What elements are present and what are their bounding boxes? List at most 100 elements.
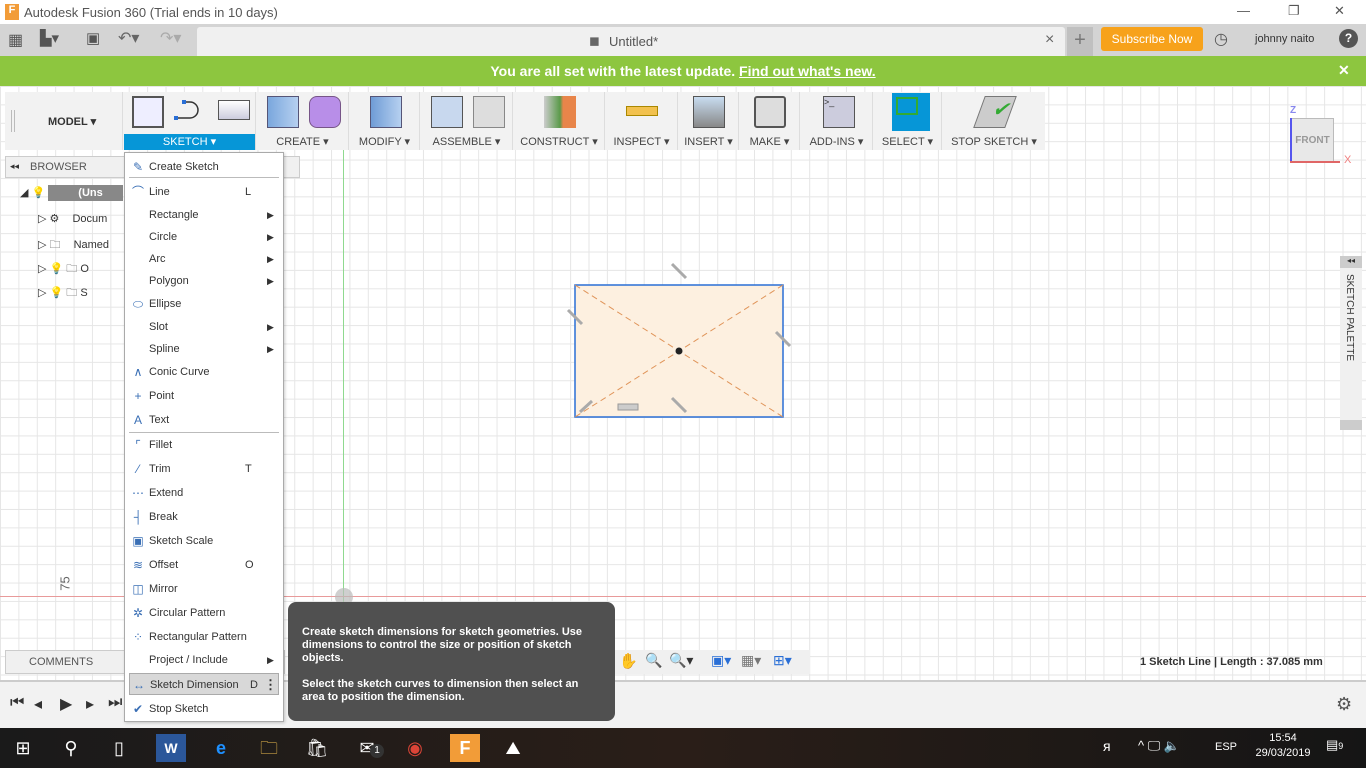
assemble-menu-button[interactable]: ASSEMBLE ▾ [421, 134, 512, 150]
start-button[interactable]: ⊞ [8, 734, 38, 762]
document-tab[interactable]: ◼ Untitled* × [197, 27, 1065, 56]
rectangle-icon[interactable] [218, 100, 250, 120]
close-tab-button[interactable]: × [1045, 31, 1054, 49]
menu-item-ellipse[interactable]: ⬭ Ellipse [125, 293, 283, 315]
mail-icon[interactable]: ✉ 1 [352, 734, 384, 762]
tree-item-origin[interactable]: ▷ 💡 🗀 O [38, 260, 89, 279]
close-banner-button[interactable]: ✕ [1338, 62, 1350, 79]
minimize-button[interactable]: — [1237, 3, 1250, 18]
new-component-icon [431, 96, 463, 128]
tree-item-named-views[interactable]: ▷ 🗀 Named [38, 236, 109, 255]
menu-item-text[interactable]: A Text [125, 409, 283, 431]
tree-item-document-settings[interactable]: ▷ ⚙ Docum [38, 212, 107, 225]
menu-item-polygon[interactable]: Polygon ▶ [125, 270, 283, 292]
construct-menu-button[interactable]: CONSTRUCT ▾ [514, 134, 604, 150]
select-menu-button[interactable]: SELECT ▾ [874, 134, 941, 150]
maximize-button[interactable]: ❐ [1288, 3, 1300, 19]
menu-item-fillet[interactable]: ⌜ Fillet [125, 434, 283, 456]
menu-item-project-include[interactable]: Project / Include ▶ [125, 649, 283, 671]
tray-icons[interactable]: ^ 🖵 🔈 [1138, 738, 1180, 754]
first-step-button[interactable]: ⏮ [10, 694, 24, 712]
fusion-360-icon[interactable]: F [450, 734, 480, 762]
language-indicator[interactable]: ESP [1215, 741, 1237, 753]
zoom-icon[interactable]: 🔍 [645, 652, 662, 669]
photos-icon[interactable]: ⛰ [498, 734, 528, 762]
grid-settings-icon[interactable]: ▦▾ [741, 652, 761, 669]
more-options-icon[interactable]: ⋮ [264, 674, 277, 696]
last-step-button[interactable]: ⏭ [108, 694, 122, 712]
user-name[interactable]: johnny naito [1255, 33, 1314, 45]
redo-icon[interactable]: ↷▾ [160, 28, 181, 48]
close-window-button[interactable]: ✕ [1334, 3, 1345, 19]
menu-item-label: Polygon [149, 275, 189, 287]
menu-item-trim[interactable]: ⁄ Trim T [125, 458, 283, 480]
menu-item-create-sketch[interactable]: ✎ Create Sketch [125, 156, 283, 178]
line-icon[interactable] [174, 96, 206, 128]
task-view-icon[interactable]: ▯ [104, 734, 134, 762]
zoom-window-icon[interactable]: 🔍▾ [669, 652, 693, 669]
people-icon[interactable]: ᴙ [1103, 738, 1111, 754]
menu-item-offset[interactable]: ≋ Offset O [125, 554, 283, 576]
stop-sketch-menu-button[interactable]: STOP SKETCH ▾ [943, 134, 1045, 150]
tooltip-instructions: Select the sketch curves to dimension th… [302, 678, 579, 703]
viewports-icon[interactable]: ⊞▾ [773, 652, 792, 669]
edge-icon[interactable]: e [206, 734, 236, 762]
undo-icon[interactable]: ↶▾ [118, 28, 139, 48]
menu-item-sketch-scale[interactable]: ▣ Sketch Scale [125, 530, 283, 552]
clock[interactable]: 15:54 29/03/2019 [1252, 732, 1314, 759]
front-face[interactable]: FRONT [1291, 118, 1334, 162]
file-explorer-icon[interactable]: 🗀 [254, 734, 284, 762]
display-settings-icon[interactable]: ▣▾ [711, 652, 731, 669]
addins-menu-button[interactable]: ADD-INS ▾ [801, 134, 872, 150]
store-icon[interactable]: 🛍 [302, 734, 332, 762]
menu-item-conic-curve[interactable]: ∧ Conic Curve [125, 361, 283, 383]
menu-item-extend[interactable]: ⋯ Extend [125, 482, 283, 504]
menu-item-break[interactable]: ┤ Break [125, 506, 283, 528]
file-menu-icon[interactable]: ▙▾ [40, 29, 59, 47]
inspect-menu-button[interactable]: INSPECT ▾ [606, 134, 677, 150]
chrome-icon[interactable]: ◉ [400, 734, 430, 762]
word-icon[interactable]: W [156, 734, 186, 762]
menu-item-slot[interactable]: Slot ▶ [125, 316, 283, 338]
tree-item-sketches[interactable]: ▷ 💡 🗀 S [38, 284, 88, 303]
next-step-button[interactable]: ▸ [86, 694, 94, 714]
menu-item-rectangular-pattern[interactable]: ⁘ Rectangular Pattern [125, 626, 283, 648]
collapse-browser-icon[interactable]: ◂◂ [10, 161, 19, 172]
job-status-icon[interactable]: ◷ [1214, 29, 1228, 49]
menu-item-stop-sketch[interactable]: ✔ Stop Sketch [125, 698, 283, 720]
menu-item-mirror[interactable]: ◫ Mirror [125, 578, 283, 600]
menu-item-sketch-dimension[interactable]: ↔ Sketch Dimension D ⋮ [129, 673, 279, 695]
previous-step-button[interactable]: ◂ [34, 694, 42, 714]
menu-item-rectangle[interactable]: Rectangle ▶ [125, 204, 283, 226]
help-button[interactable]: ? [1339, 29, 1358, 48]
menu-item-circle[interactable]: Circle ▶ [125, 226, 283, 248]
new-tab-button[interactable]: + [1067, 27, 1093, 56]
create-menu-button[interactable]: CREATE ▾ [257, 134, 348, 150]
action-center-icon[interactable]: ▤9 [1326, 737, 1343, 753]
view-cube[interactable]: Z FRONT X [1288, 104, 1351, 166]
workspace-switcher[interactable]: MODEL ▾ [48, 115, 96, 128]
subscribe-button[interactable]: Subscribe Now [1101, 27, 1203, 51]
pan-icon[interactable]: ✋ [619, 652, 638, 670]
menu-item-arc[interactable]: Arc ▶ [125, 248, 283, 270]
save-icon[interactable]: ▣ [86, 29, 100, 47]
expand-palette-icon[interactable]: ◂◂ [1340, 256, 1362, 268]
create-sketch-icon[interactable] [132, 96, 164, 128]
tree-root[interactable]: ◢ 💡 (Uns [20, 185, 123, 201]
sketch-group[interactable]: SKETCH ▾ [124, 92, 256, 150]
menu-item-circular-pattern[interactable]: ✲ Circular Pattern [125, 602, 283, 624]
menu-item-point[interactable]: + Point [125, 385, 283, 407]
insert-menu-button[interactable]: INSERT ▾ [679, 134, 738, 150]
sketch-rectangle[interactable] [560, 256, 800, 421]
sketch-palette-panel[interactable]: ◂◂ SKETCH PALETTE [1340, 256, 1362, 430]
make-menu-button[interactable]: MAKE ▾ [740, 134, 799, 150]
timeline-settings-icon[interactable]: ⚙ [1336, 694, 1352, 715]
play-button[interactable]: ▶ [60, 694, 72, 714]
apps-grid-icon[interactable]: ▦ [8, 30, 23, 50]
search-icon[interactable]: ⚲ [56, 734, 86, 762]
sketch-menu-button[interactable]: SKETCH ▾ [124, 134, 255, 150]
whats-new-link[interactable]: Find out what's new. [739, 63, 876, 79]
menu-item-spline[interactable]: Spline ▶ [125, 338, 283, 360]
menu-item-line[interactable]: ⌒ Line L [125, 181, 283, 203]
modify-menu-button[interactable]: MODIFY ▾ [350, 134, 419, 150]
